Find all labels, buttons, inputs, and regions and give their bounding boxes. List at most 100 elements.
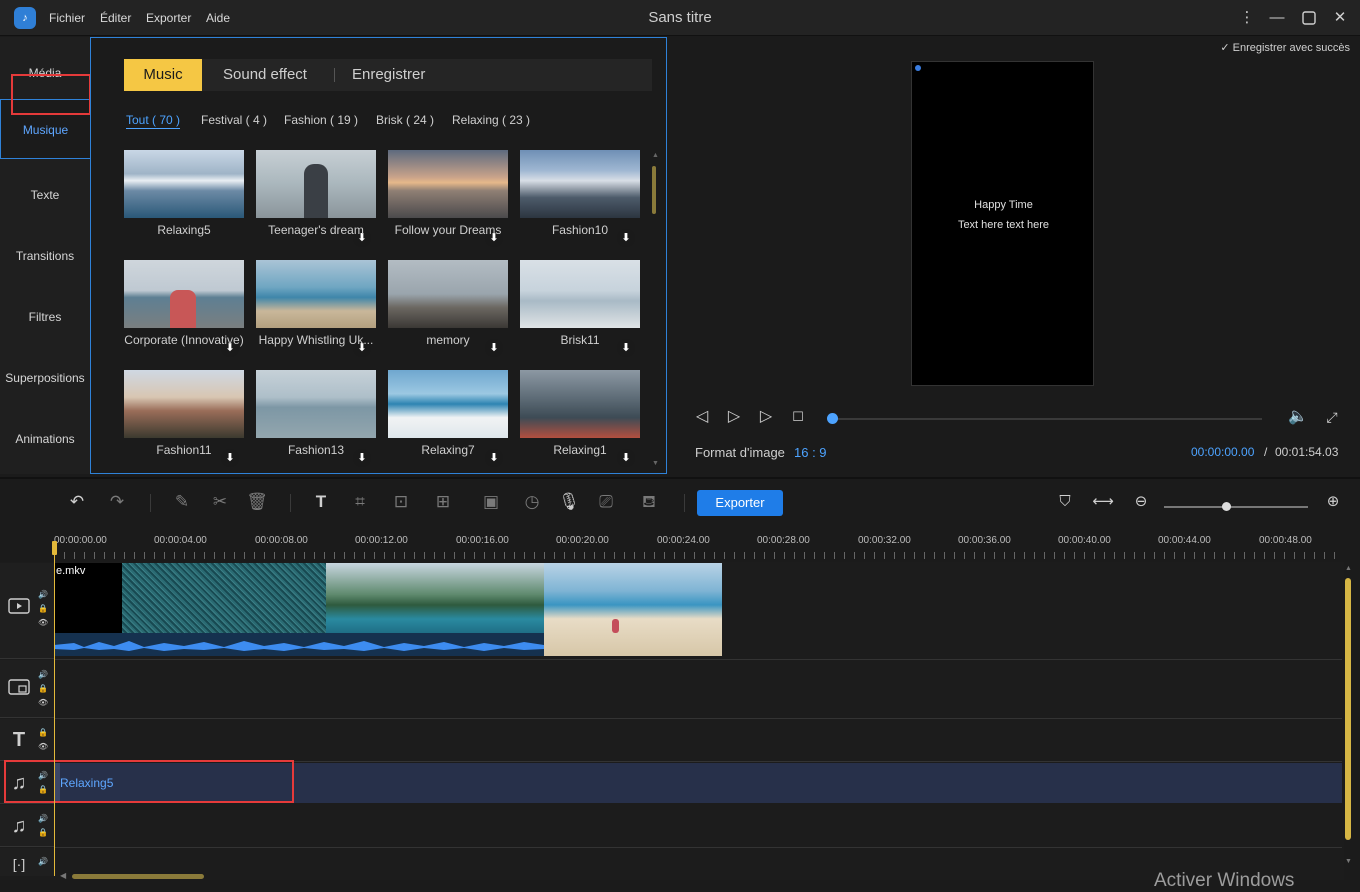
video-clip[interactable]: e.mkv	[54, 563, 722, 656]
aspect-ratio-value[interactable]: 16 : 9	[794, 445, 827, 460]
volume-icon[interactable]: 🔈	[1288, 407, 1308, 427]
ruler-label: 00:00:04.00	[154, 535, 207, 546]
text-icon[interactable]: T	[309, 490, 333, 514]
microphone-icon[interactable]: 🎙	[557, 490, 581, 514]
maximize-icon[interactable]	[1299, 8, 1319, 28]
tab-transitions[interactable]: Transitions	[0, 226, 90, 286]
text-track[interactable]	[54, 719, 1342, 762]
scroll-up-icon[interactable]: ▲	[1345, 565, 1352, 572]
music-card[interactable]: ⬇ Happy Whistling Uk...	[256, 260, 376, 360]
music-title: Follow your Dreams	[394, 223, 502, 237]
seek-handle[interactable]	[827, 413, 838, 424]
music-track-2[interactable]	[54, 805, 1342, 848]
scroll-up-icon[interactable]: ▲	[652, 152, 659, 159]
clip-frame	[326, 563, 426, 633]
zoom-slider-handle[interactable]	[1222, 502, 1231, 511]
scroll-down-icon[interactable]: ▼	[652, 460, 659, 467]
resize-icon[interactable]: ⊡	[389, 490, 413, 514]
close-icon[interactable]: ✕	[1330, 8, 1350, 28]
category-festival[interactable]: Festival ( 4 )	[201, 113, 267, 127]
music-card[interactable]: ⬇ Relaxing1	[520, 370, 640, 470]
export-button[interactable]: Exporter	[697, 490, 783, 516]
minimize-icon[interactable]: —	[1267, 8, 1287, 28]
stop-icon[interactable]: ☐	[788, 407, 808, 427]
tab-animations[interactable]: Animations	[0, 409, 90, 469]
eye-icon[interactable]: 👁	[38, 618, 48, 628]
speaker-icon[interactable]: 🔊	[38, 670, 48, 680]
trash-icon[interactable]: 🗑	[245, 490, 269, 514]
speaker-icon[interactable]: 🔊	[38, 590, 48, 600]
scroll-down-icon[interactable]: ▼	[1345, 858, 1352, 865]
tab-superpositions[interactable]: Superpositions	[0, 348, 90, 408]
audio-waveform	[54, 633, 544, 656]
fullscreen-icon[interactable]: ⤢	[1322, 407, 1342, 427]
lock-icon[interactable]: 🔒	[38, 828, 48, 838]
overlay-track[interactable]	[54, 660, 1342, 719]
tab-texte[interactable]: Texte	[0, 165, 90, 225]
crop-icon[interactable]: ⌗	[348, 490, 372, 514]
playhead-handle[interactable]	[52, 541, 57, 555]
music-title: Brisk11	[560, 333, 600, 347]
edit-toolbar: ↶ ↷ ✎ ✂ 🗑 T ⌗ ⊡ ⊞ ▣ ◷ 🎙 ⎚ ⛾ Exporter ⛉ ⟷…	[0, 477, 1360, 527]
tab-enregistrer[interactable]: Enregistrer	[352, 59, 425, 91]
highlight-box-music-track	[4, 760, 294, 803]
redo-icon[interactable]: ↷	[105, 490, 129, 514]
music-card[interactable]: ⬇ Corporate (Innovative)	[124, 260, 244, 360]
lock-icon[interactable]: 🔒	[38, 684, 48, 694]
timeline-vertical-scrollbar[interactable]	[1345, 578, 1351, 840]
music-card[interactable]: ⬇ Teenager's dream	[256, 150, 376, 250]
speed-clock-icon[interactable]: ◷	[520, 490, 544, 514]
scroll-thumb[interactable]	[652, 166, 656, 214]
play-icon[interactable]: ▷	[724, 407, 744, 427]
screen-record-icon[interactable]: ⎚	[594, 490, 618, 514]
seek-bar[interactable]	[828, 418, 1262, 420]
pip-icon[interactable]: ▣	[479, 490, 503, 514]
category-fashion[interactable]: Fashion ( 19 )	[284, 113, 358, 127]
save-status: ✓ Enregistrer avec succès	[1220, 41, 1350, 54]
lock-icon[interactable]: 🔒	[38, 728, 48, 738]
paint-bucket-icon[interactable]: ⛾	[637, 490, 661, 514]
toolbar-divider	[150, 494, 151, 512]
scissors-icon[interactable]: ✂	[208, 490, 232, 514]
next-frame-icon[interactable]: ▷	[756, 407, 776, 427]
eye-icon[interactable]: 👁	[38, 698, 48, 708]
fit-timeline-icon[interactable]: ⟷	[1091, 490, 1115, 514]
playhead[interactable]	[54, 541, 55, 876]
library-scrollbar[interactable]: ▲ ▼	[652, 152, 659, 467]
music-thumbnail	[388, 370, 508, 438]
tab-music[interactable]: Music	[124, 59, 202, 91]
marker-icon[interactable]: ⛉	[1053, 490, 1077, 514]
zoom-slider[interactable]	[1164, 506, 1308, 508]
music-card[interactable]: ⬇ Relaxing7	[388, 370, 508, 470]
music-title: Relaxing7	[421, 443, 475, 457]
tab-filtres[interactable]: Filtres	[0, 287, 90, 347]
music-card[interactable]: ⬇ Brisk11	[520, 260, 640, 360]
music-card[interactable]: ⬇ Fashion10	[520, 150, 640, 250]
edit-pencil-icon[interactable]: ✎	[170, 490, 194, 514]
mosaic-icon[interactable]: ⊞	[431, 490, 455, 514]
timeline-ruler[interactable]: 00:00:00.00 00:00:04.00 00:00:08.00 00:0…	[54, 528, 1344, 561]
zoom-out-icon[interactable]: ⊖	[1129, 490, 1153, 514]
prev-frame-icon[interactable]: ◁	[692, 407, 712, 427]
library-tab-bar: Music Sound effect Enregistrer	[124, 59, 652, 91]
tab-sound-effect[interactable]: Sound effect	[223, 59, 307, 91]
music-card[interactable]: Relaxing5	[124, 150, 244, 250]
more-vertical-icon[interactable]: ⋮	[1237, 8, 1257, 28]
timeline-horizontal-scrollbar[interactable]	[72, 874, 204, 879]
speaker-icon[interactable]: 🔊	[38, 857, 48, 867]
scroll-left-icon[interactable]: ◀	[60, 871, 66, 880]
music-card[interactable]: ⬇ Fashion11	[124, 370, 244, 470]
music-card[interactable]: ⬇ Fashion13	[256, 370, 376, 470]
zoom-in-icon[interactable]: ⊕	[1321, 490, 1345, 514]
toolbar-divider	[684, 494, 685, 512]
category-brisk[interactable]: Brisk ( 24 )	[376, 113, 434, 127]
music-card[interactable]: ⬇ memory	[388, 260, 508, 360]
undo-icon[interactable]: ↶	[65, 490, 89, 514]
eye-icon[interactable]: 👁	[38, 742, 48, 752]
speaker-icon[interactable]: 🔊	[38, 814, 48, 824]
save-status-text: Enregistrer avec succès	[1232, 42, 1350, 54]
category-all[interactable]: Tout ( 70 )	[126, 113, 181, 129]
music-card[interactable]: ⬇ Follow your Dreams	[388, 150, 508, 250]
lock-icon[interactable]: 🔒	[38, 604, 48, 614]
category-relaxing[interactable]: Relaxing ( 23 )	[452, 113, 530, 127]
